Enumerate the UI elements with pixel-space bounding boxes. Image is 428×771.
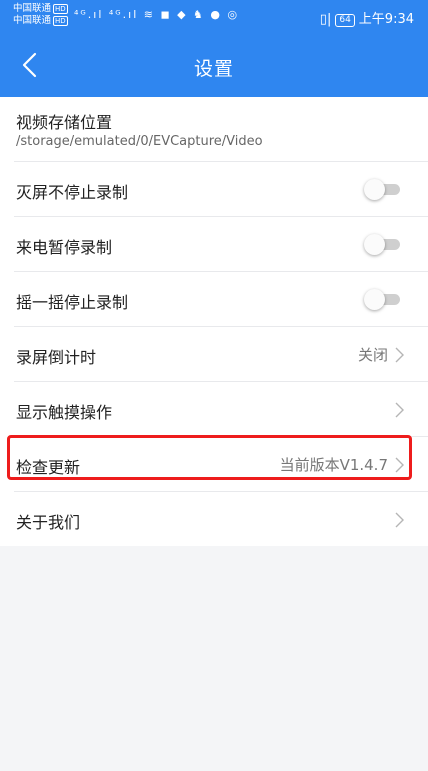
status-right: ▯| 64 上午9:34 [320, 8, 414, 27]
incoming-call-label: 来电暂停录制 [16, 238, 113, 257]
vibrate-icon: ▯| [319, 12, 332, 27]
toggle-knob [364, 179, 385, 200]
screen-off-toggle[interactable] [364, 179, 402, 200]
chevron-right-icon [395, 512, 404, 528]
storage-label: 视频存储位置 [16, 113, 113, 132]
battery-icon: 64 [335, 14, 355, 27]
carrier-2: 中国联通 [13, 15, 52, 26]
countdown-value: 关闭 [357, 346, 388, 364]
page-title: 设置 [193, 58, 234, 80]
setting-about[interactable]: 关于我们 [14, 492, 428, 546]
clock: 上午9:34 [358, 12, 414, 27]
shake-label: 摇一摇停止录制 [16, 293, 129, 312]
storage-path: /storage/emulated/0/EVCapture/Video [16, 134, 263, 149]
toggle-knob [364, 289, 385, 310]
setting-shake-to-stop: 摇一摇停止录制 [14, 272, 428, 327]
app-header: 中国联通 HD 中国联通 HD ⁴ᴳ.ıl ⁴ᴳ.ıl ≋ ◼ ◆ ♞ ● ◎ ▯|… [0, 0, 428, 97]
hd-badge-2: HD [53, 15, 68, 26]
current-version: 当前版本V1.4.7 [279, 456, 388, 474]
setting-show-touch[interactable]: 显示触摸操作 [14, 382, 428, 437]
chevron-right-icon [395, 457, 404, 473]
countdown-label: 录屏倒计时 [16, 348, 97, 367]
toggle-knob [364, 234, 385, 255]
show-touch-label: 显示触摸操作 [16, 403, 113, 422]
notification-icons: ⁴ᴳ.ıl ⁴ᴳ.ıl ≋ ◼ ◆ ♞ ● ◎ [74, 8, 240, 21]
shake-toggle[interactable] [364, 289, 402, 310]
screen-off-label: 灭屏不停止录制 [16, 183, 129, 202]
check-update-label: 检查更新 [16, 458, 81, 477]
chevron-right-icon [395, 347, 404, 363]
carrier-1: 中国联通 [13, 3, 52, 14]
about-label: 关于我们 [16, 513, 81, 532]
chevron-right-icon [395, 402, 404, 418]
setting-countdown[interactable]: 录屏倒计时 关闭 [14, 327, 428, 382]
setting-check-update[interactable]: 检查更新 当前版本V1.4.7 [14, 437, 428, 492]
setting-pause-on-call: 来电暂停录制 [14, 217, 428, 272]
hd-badge-1: HD [53, 3, 68, 14]
setting-screen-off-recording: 灭屏不停止录制 [14, 162, 428, 217]
carrier-info: 中国联通 HD 中国联通 HD [13, 3, 68, 27]
status-bar: 中国联通 HD 中国联通 HD ⁴ᴳ.ıl ⁴ᴳ.ıl ≋ ◼ ◆ ♞ ● ◎ ▯|… [0, 0, 428, 34]
incoming-call-toggle[interactable] [364, 234, 402, 255]
nav-bar: 设置 [0, 34, 428, 97]
setting-storage-location[interactable]: 视频存储位置 /storage/emulated/0/EVCapture/Vid… [14, 97, 428, 162]
settings-list: 视频存储位置 /storage/emulated/0/EVCapture/Vid… [0, 97, 428, 546]
